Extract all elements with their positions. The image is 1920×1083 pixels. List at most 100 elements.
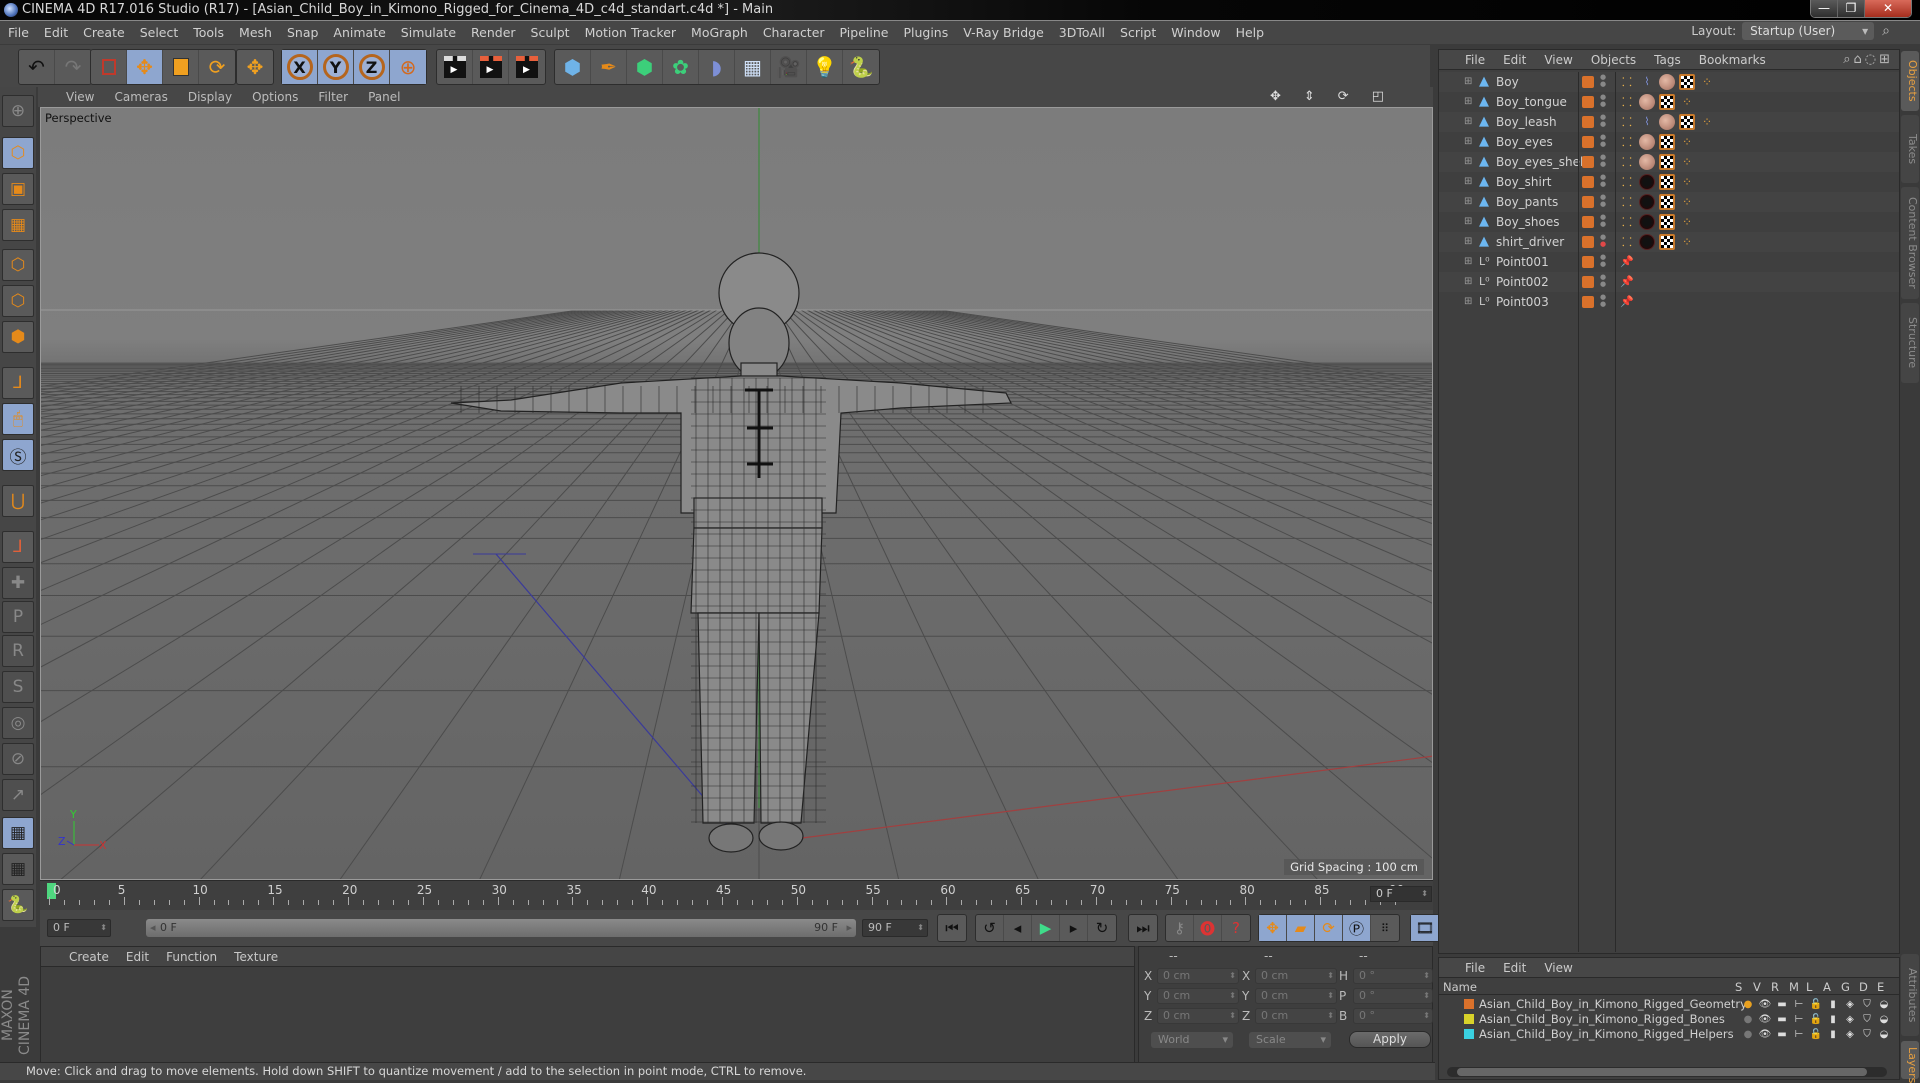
object-row[interactable]: ⊞ ▲ Boy_tongue ● ● ⸬ ⁘: [1439, 92, 1899, 112]
weight-tag-icon[interactable]: ⁘: [1679, 214, 1695, 230]
layer-color-swatch[interactable]: [1464, 1029, 1474, 1039]
render-settings-icon[interactable]: [509, 50, 545, 84]
expressions-icon[interactable]: ◒: [1877, 1013, 1891, 1026]
axis-mode-icon[interactable]: ⅃: [2, 367, 34, 399]
layout-dropdown[interactable]: Startup (User): [1742, 22, 1875, 40]
visibility-dots[interactable]: ● ●: [1600, 254, 1606, 268]
points-mode-icon[interactable]: ⬡: [2, 249, 34, 281]
pen-spline-icon[interactable]: ✒: [591, 50, 627, 84]
expand-icon[interactable]: ⊞: [1464, 252, 1472, 272]
scrollbar-thumb[interactable]: [1457, 1068, 1867, 1076]
light-icon[interactable]: 💡: [807, 50, 843, 84]
constraint-tag-icon[interactable]: 📌: [1619, 274, 1635, 290]
ik-goal-icon[interactable]: ↗: [2, 779, 34, 811]
keyframe-selection-icon[interactable]: ?: [1222, 915, 1250, 941]
layer-color-swatch[interactable]: [1582, 176, 1594, 188]
maximize-view-icon[interactable]: ◰: [1372, 89, 1387, 104]
orbit-icon[interactable]: ⟳: [1338, 89, 1352, 104]
uvw-tag-icon[interactable]: [1659, 234, 1675, 250]
phong-tag-icon[interactable]: ⸬: [1619, 174, 1635, 190]
viewport-menu-filter[interactable]: Filter: [318, 90, 348, 104]
end-frame-field[interactable]: 90 F ⬍: [862, 919, 928, 937]
previous-key-icon[interactable]: ↺: [976, 915, 1004, 941]
start-frame-field[interactable]: 0 F ⬍: [47, 919, 111, 937]
ik-pole-icon[interactable]: ⊘: [2, 743, 34, 775]
object-name[interactable]: shirt_driver: [1496, 232, 1564, 252]
search-icon[interactable]: ⌕: [1882, 23, 1890, 39]
expand-icon[interactable]: ⊞: [1464, 232, 1472, 252]
layer-color-swatch[interactable]: [1464, 1014, 1474, 1024]
size-field[interactable]: 0 cm ⬍: [1255, 988, 1337, 1004]
layer-color-swatch[interactable]: [1582, 156, 1594, 168]
workplane-mode-icon[interactable]: ▦: [2, 209, 34, 241]
weight-tag-icon[interactable]: ⁘: [1679, 194, 1695, 210]
coordinate-system-dropdown[interactable]: World: [1151, 1032, 1233, 1048]
minimize-button[interactable]: —: [1811, 0, 1838, 17]
ik-r-icon[interactable]: R: [2, 635, 34, 667]
object-name[interactable]: Boy_eyes_shell: [1496, 152, 1587, 172]
timeline-icon[interactable]: 🎞: [1411, 915, 1439, 941]
material-menu-function[interactable]: Function: [166, 950, 217, 964]
rotation-field[interactable]: 0 ° ⬍: [1353, 988, 1433, 1004]
current-frame-field[interactable]: 0 F ⬍: [1370, 886, 1432, 902]
render-icon[interactable]: ▬: [1775, 1013, 1789, 1026]
visibility-dots[interactable]: ● ●: [1600, 114, 1606, 128]
layer-color-swatch[interactable]: [1582, 216, 1594, 228]
object-name[interactable]: Point003: [1496, 292, 1549, 312]
side-tab-content-browser[interactable]: Content Browser: [1901, 187, 1919, 299]
layer-color-swatch[interactable]: [1582, 76, 1594, 88]
visibility-dots[interactable]: ● ●: [1600, 154, 1606, 168]
material-menu-texture[interactable]: Texture: [234, 950, 278, 964]
layer-column-a[interactable]: A: [1823, 980, 1831, 994]
visibility-dots[interactable]: ● ●: [1600, 274, 1606, 288]
menu-script[interactable]: Script: [1120, 25, 1156, 40]
expand-icon[interactable]: ⊞: [1464, 272, 1472, 292]
lock-icon[interactable]: 🔓: [1809, 998, 1823, 1011]
skin-material-tag-icon[interactable]: [1639, 134, 1655, 150]
visibility-dots[interactable]: ● ●: [1600, 294, 1606, 308]
size-field[interactable]: 0 cm ⬍: [1255, 1008, 1337, 1024]
side-tab-layers[interactable]: Layers: [1901, 1041, 1919, 1083]
layer-menu-edit[interactable]: Edit: [1503, 961, 1526, 975]
weight-tag-icon[interactable]: ⁘: [1679, 174, 1695, 190]
phong-tag-icon[interactable]: ⸬: [1619, 154, 1635, 170]
next-frame-icon[interactable]: ▸: [1060, 915, 1088, 941]
layer-column-d[interactable]: D: [1859, 980, 1868, 994]
layer-column-g[interactable]: G: [1841, 980, 1850, 994]
go-to-end-icon[interactable]: ⏭: [1129, 915, 1157, 941]
auto-keying-icon[interactable]: ⓿: [1194, 915, 1222, 941]
move-icon[interactable]: ✥: [127, 50, 163, 84]
previous-frame-icon[interactable]: ◂: [1004, 915, 1032, 941]
lock-icon[interactable]: 🔓: [1809, 1013, 1823, 1026]
python-icon[interactable]: 🐍: [843, 50, 879, 84]
dark-material-tag-icon[interactable]: [1639, 214, 1655, 230]
menu-animate[interactable]: Animate: [333, 25, 385, 40]
edges-mode-icon[interactable]: ⬡: [2, 285, 34, 317]
menu-file[interactable]: File: [8, 25, 29, 40]
layer-name[interactable]: Asian_Child_Boy_in_Kimono_Rigged_Bones: [1479, 1012, 1725, 1027]
menu-help[interactable]: Help: [1236, 25, 1265, 40]
layer-color-swatch[interactable]: [1582, 256, 1594, 268]
uvw-tag-icon[interactable]: [1659, 174, 1675, 190]
layer-column-e[interactable]: E: [1877, 980, 1884, 994]
search-icon[interactable]: ⌕: [1843, 52, 1853, 67]
object-row[interactable]: ⊞ ▲ Boy_eyes_shell ● ● ⸬ ⁘: [1439, 152, 1899, 172]
view-icon[interactable]: 👁: [1758, 1028, 1772, 1041]
uvw-tag-icon[interactable]: [1659, 94, 1675, 110]
weight-tag-icon[interactable]: ⁘: [1699, 74, 1715, 90]
menu-create[interactable]: Create: [83, 25, 125, 40]
manager-icon[interactable]: ⊢: [1792, 998, 1806, 1011]
close-button[interactable]: ✕: [1865, 0, 1911, 17]
range-end-arrow[interactable]: ▸: [846, 919, 852, 937]
menu-mograph[interactable]: MoGraph: [691, 25, 748, 40]
object-menu-edit[interactable]: Edit: [1503, 53, 1526, 67]
layer-name[interactable]: Asian_Child_Boy_in_Kimono_Rigged_Helpers: [1479, 1027, 1734, 1042]
home-icon[interactable]: ⌂: [1853, 52, 1864, 67]
visibility-dots[interactable]: ● ●: [1600, 194, 1606, 208]
rotate-icon[interactable]: ⟳: [199, 50, 235, 84]
constraint-tag-icon[interactable]: 📌: [1619, 254, 1635, 270]
model-mode-icon[interactable]: ⬡: [2, 137, 34, 169]
layer-row[interactable]: Asian_Child_Boy_in_Kimono_Rigged_Helpers…: [1439, 1027, 1899, 1042]
next-key-icon[interactable]: ↻: [1088, 915, 1116, 941]
solo-icon[interactable]: ●: [1741, 1028, 1755, 1041]
